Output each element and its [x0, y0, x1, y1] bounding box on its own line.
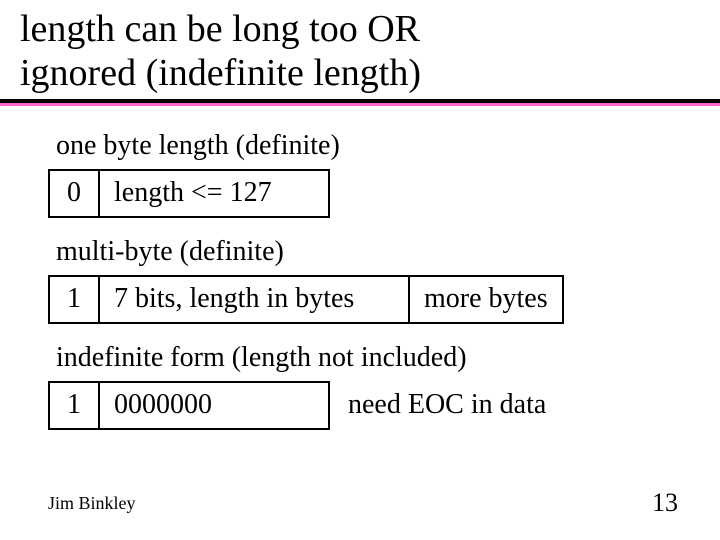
section2-caption: multi-byte (definite) [56, 234, 672, 269]
section3-bit: 1 [48, 381, 100, 430]
slide-body: one byte length (definite) 0 length <= 1… [0, 106, 720, 430]
section3-side: need EOC in data [330, 381, 546, 430]
section2-row: 1 7 bits, length in bytes more bytes [48, 275, 672, 324]
section1-value: length <= 127 [100, 169, 330, 218]
section3-value: 0000000 [100, 381, 330, 430]
section3-caption: indefinite form (length not included) [56, 340, 672, 375]
section1-bit: 0 [48, 169, 100, 218]
footer-author: Jim Binkley [48, 493, 136, 514]
section2-bit: 1 [48, 275, 100, 324]
section1-caption: one byte length (definite) [56, 128, 672, 163]
slide-title: length can be long too OR ignored (indef… [0, 0, 720, 99]
title-underline [0, 99, 720, 106]
title-line-2: ignored (indefinite length) [20, 52, 421, 94]
section2-value: 7 bits, length in bytes [100, 275, 410, 324]
page-number: 13 [652, 488, 678, 518]
section3-row: 1 0000000 need EOC in data [48, 381, 672, 430]
title-line-1: length can be long too OR [20, 8, 420, 50]
section1-row: 0 length <= 127 [48, 169, 672, 218]
section2-more: more bytes [410, 275, 564, 324]
